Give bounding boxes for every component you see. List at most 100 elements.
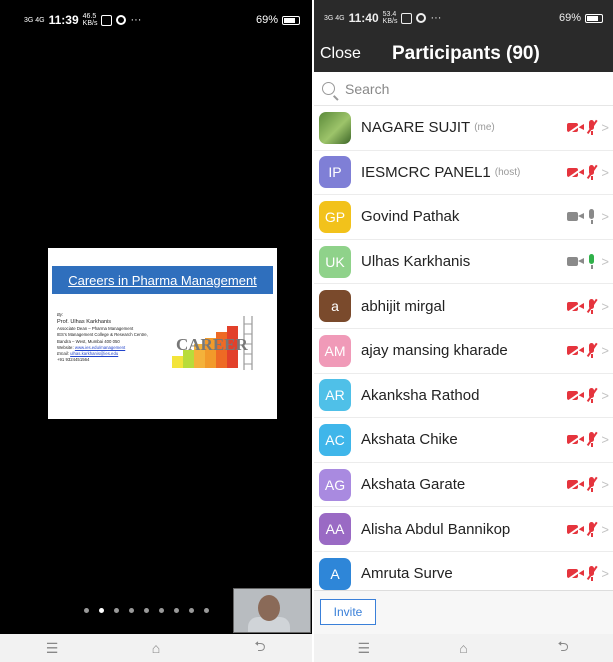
meeting-screen: 3G 4G 11:39 46.5 KB/s ··· 69% Careers in … [0, 0, 312, 662]
career-stairs-graphic: CAREER [172, 316, 253, 370]
participant-name: Akanksha Rathod [361, 386, 480, 404]
avatar: IP [319, 156, 351, 189]
video-off-icon [567, 524, 585, 535]
page-dot[interactable] [174, 608, 179, 613]
status-time: 11:39 [48, 13, 79, 27]
facebook-icon [101, 14, 113, 26]
video-off-icon [567, 568, 585, 579]
participant-name: Amruta Surve [361, 565, 453, 583]
mic-muted-icon [587, 164, 596, 180]
video-off-icon [567, 122, 585, 133]
participant-row[interactable]: GP Govind Pathak > [314, 195, 613, 240]
chevron-right-icon: > [601, 209, 609, 225]
page-indicator[interactable] [84, 608, 209, 613]
search-input[interactable]: Search [314, 72, 613, 106]
mic-muted-icon [587, 566, 596, 582]
video-off-icon [567, 345, 585, 356]
participant-row[interactable]: AR Akanksha Rathod > [314, 374, 613, 419]
notification-icon [116, 15, 127, 25]
participant-list: NAGARE SUJIT (me) > IP IESMCRC PANEL1 (h… [314, 106, 613, 597]
status-bar: 3G 4G 11:40 53.4 KB/s ··· 69% [314, 0, 613, 36]
page-title: Participants (90) [392, 43, 540, 64]
back-icon[interactable]: ⮌ [245, 636, 275, 660]
participant-status-icons: > [567, 254, 609, 270]
chevron-right-icon: > [601, 298, 609, 314]
participant-row[interactable]: AC Akshata Chike > [314, 418, 613, 463]
slide-body: By: Prof. Ulhas Karkhanis Associate Dean… [57, 312, 177, 363]
participant-name: Ulhas Karkhanis [361, 253, 471, 271]
page-dot[interactable] [99, 608, 104, 613]
chevron-right-icon: > [601, 477, 609, 493]
mic-muted-icon [587, 521, 596, 537]
participant-name: Alisha Abdul Bannikop [361, 520, 511, 538]
shared-slide[interactable]: Careers in Pharma Management By: Prof. U… [48, 248, 277, 419]
status-bar: 3G 4G 11:39 46.5 KB/s ··· 69% [0, 0, 312, 40]
participant-status-icons: > [567, 343, 609, 359]
home-icon[interactable]: ⌂ [448, 640, 478, 656]
page-dot[interactable] [129, 608, 134, 613]
participant-name: NAGARE SUJIT [361, 119, 471, 137]
page-dot[interactable] [114, 608, 119, 613]
android-nav-bar: ☰ ⌂ ⮌ [314, 634, 613, 662]
participant-row[interactable]: UK Ulhas Karkhanis > [314, 240, 613, 285]
participant-status-icons: > [567, 120, 609, 136]
video-person-head [258, 595, 280, 621]
avatar [319, 111, 351, 144]
video-off-icon [567, 479, 585, 490]
screenshot-frame: 3G 4G 11:39 46.5 KB/s ··· 69% Careers in … [0, 0, 613, 662]
search-placeholder: Search [345, 80, 390, 97]
signal-indicator: 3G 4G [324, 14, 345, 22]
avatar: AC [319, 423, 351, 456]
participant-status-icons: > [567, 566, 609, 582]
menu-icon[interactable]: ☰ [349, 640, 379, 657]
mic-muted-icon [587, 387, 596, 403]
mic-muted-icon [587, 477, 596, 493]
close-button[interactable]: Close [320, 45, 361, 63]
slide-title: Careers in Pharma Management [52, 266, 273, 294]
participant-row[interactable]: AG Akshata Garate > [314, 463, 613, 508]
page-dot[interactable] [144, 608, 149, 613]
page-dot[interactable] [189, 608, 194, 613]
participant-status-icons: > [567, 209, 609, 225]
participant-name: Govind Pathak [361, 208, 460, 226]
page-dot[interactable] [84, 608, 89, 613]
chevron-right-icon: > [601, 432, 609, 448]
chevron-right-icon: > [601, 343, 609, 359]
participant-row[interactable]: NAGARE SUJIT (me) > [314, 106, 613, 151]
participant-row[interactable]: AA Alisha Abdul Bannikop > [314, 507, 613, 552]
mic-icon [587, 209, 596, 225]
participant-status-icons: > [567, 387, 609, 403]
svg-text:CAREER: CAREER [176, 335, 249, 354]
avatar: a [319, 290, 351, 323]
video-off-icon [567, 167, 585, 178]
menu-icon[interactable]: ☰ [37, 640, 67, 657]
slide-phone: +91 9324451564 [57, 357, 90, 363]
video-off-icon [567, 301, 585, 312]
page-dot[interactable] [204, 608, 209, 613]
invite-button[interactable]: Invite [320, 599, 376, 625]
facebook-icon [401, 12, 413, 24]
back-icon[interactable]: ⮌ [548, 636, 578, 660]
avatar: AM [319, 334, 351, 367]
participant-row[interactable]: AM ajay mansing kharade > [314, 329, 613, 374]
participant-name: abhijit mirgal [361, 297, 446, 315]
bottom-action-bar: Invite [314, 590, 613, 634]
video-icon [567, 256, 585, 267]
status-time: 11:40 [348, 11, 379, 25]
battery-percent: 69% [255, 14, 278, 26]
self-video-thumbnail[interactable] [233, 588, 311, 633]
video-off-icon [567, 390, 585, 401]
mic-muted-icon [587, 120, 596, 136]
participant-name: IESMCRC PANEL1 [361, 163, 491, 181]
page-dot[interactable] [159, 608, 164, 613]
network-speed: 46.5 KB/s [82, 13, 98, 27]
participant-status-icons: > [567, 477, 609, 493]
participant-row[interactable]: IP IESMCRC PANEL1 (host) > [314, 151, 613, 196]
android-nav-bar: ☰ ⌂ ⮌ [0, 634, 312, 662]
participant-status-icons: > [567, 432, 609, 448]
home-icon[interactable]: ⌂ [141, 640, 171, 656]
avatar: AG [319, 468, 351, 501]
video-icon [567, 211, 585, 222]
participant-status-icons: > [567, 521, 609, 537]
participant-row[interactable]: a abhijit mirgal > [314, 284, 613, 329]
